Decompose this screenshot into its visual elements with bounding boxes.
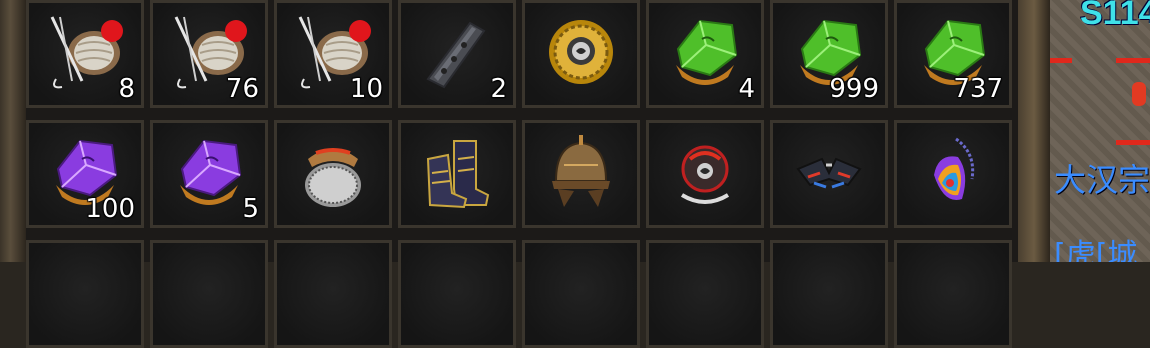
inventory-slot[interactable]: 100 <box>26 120 144 228</box>
item-count: 100 <box>85 194 135 224</box>
item-count: 737 <box>953 74 1003 104</box>
inventory-slot[interactable] <box>522 120 640 228</box>
map-marker-line <box>1116 58 1150 63</box>
inventory-slot[interactable] <box>150 240 268 348</box>
winged-armor-icon <box>796 157 862 189</box>
golden-orb-icon <box>549 19 613 84</box>
iron-shard-icon <box>426 21 486 89</box>
rune-medal-icon <box>680 145 730 204</box>
inventory-slot[interactable]: 999 <box>770 0 888 108</box>
item-count: 2 <box>490 74 507 104</box>
inventory-slot[interactable] <box>522 240 640 348</box>
item-count: 10 <box>349 74 383 104</box>
bronze-helmet-icon <box>552 134 610 207</box>
inventory-slot[interactable]: 737 <box>894 0 1012 108</box>
item-count: 999 <box>829 74 879 104</box>
map-marker-icon <box>1132 82 1146 106</box>
inventory-slot[interactable] <box>398 240 516 348</box>
inventory-panel: 8 76 10 2 4 999 737 100 5 <box>26 0 1018 348</box>
inventory-slot[interactable] <box>646 120 764 228</box>
inventory-slot[interactable]: 76 <box>150 0 268 108</box>
server-label: S114 <box>1080 0 1150 32</box>
inventory-slot[interactable] <box>274 240 392 348</box>
inventory-slot[interactable]: 4 <box>646 0 764 108</box>
rainbow-amulet-icon <box>934 137 975 200</box>
inventory-slot[interactable]: 2 <box>398 0 516 108</box>
thread-spool-icon <box>50 16 123 89</box>
item-count: 76 <box>225 74 259 104</box>
item-count: 4 <box>738 74 755 104</box>
inventory-slot[interactable]: 5 <box>150 120 268 228</box>
inventory-slot[interactable] <box>522 0 640 108</box>
item-count: 8 <box>118 74 135 104</box>
minimap-panel[interactable]: S114 大汉宗室 [虎[城 <box>1050 0 1150 262</box>
green-gem-icon <box>676 19 738 85</box>
map-location-label: 大汉宗室 <box>1054 161 1150 199</box>
map-location-label: [虎[城 <box>1054 238 1138 262</box>
inventory-slot[interactable] <box>646 240 764 348</box>
map-marker-line <box>1116 140 1150 145</box>
map-marker-line <box>1050 58 1072 63</box>
beaded-helmet-icon <box>305 147 361 207</box>
inventory-slot[interactable] <box>894 120 1012 228</box>
purple-gem-icon <box>180 139 242 205</box>
inventory-slot[interactable] <box>398 120 516 228</box>
right-frame <box>1018 0 1050 262</box>
item-count: 5 <box>242 194 259 224</box>
inventory-slot[interactable] <box>894 240 1012 348</box>
inventory-slot[interactable] <box>26 240 144 348</box>
left-frame <box>0 0 26 262</box>
inventory-slot[interactable] <box>770 120 888 228</box>
inventory-slot[interactable]: 8 <box>26 0 144 108</box>
boots-icon <box>426 139 490 209</box>
inventory-slot[interactable] <box>274 120 392 228</box>
inventory-slot[interactable]: 10 <box>274 0 392 108</box>
inventory-slot[interactable] <box>770 240 888 348</box>
